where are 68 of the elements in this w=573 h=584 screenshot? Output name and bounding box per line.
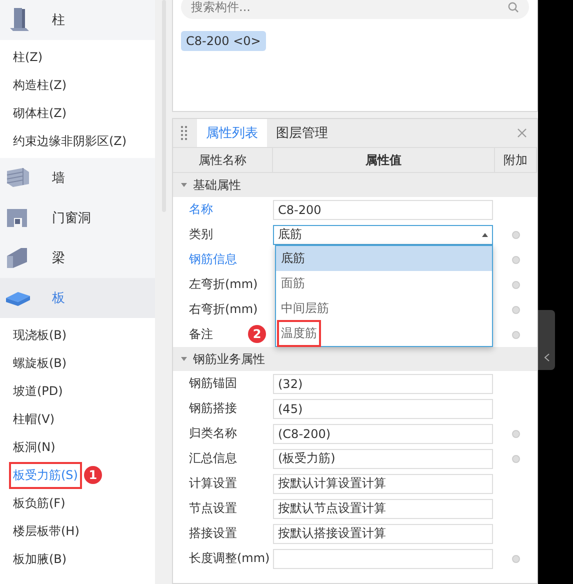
dropdown-option[interactable]: 面筋: [276, 271, 492, 296]
search-field[interactable]: 搜索构件...: [181, 0, 529, 19]
extra-radio[interactable]: [512, 256, 520, 264]
property-name: 归类名称: [189, 425, 237, 442]
collapse-handle[interactable]: [538, 310, 555, 370]
close-icon[interactable]: [517, 128, 527, 138]
property-name: 长度调整(mm): [189, 550, 270, 567]
extra-radio[interactable]: [512, 554, 520, 562]
value-field[interactable]: (32): [273, 374, 493, 394]
property-name: 类别: [189, 226, 213, 243]
sidebar-item[interactable]: 柱(Z): [11, 46, 45, 68]
sidebar-item[interactable]: 构造柱(Z): [11, 74, 69, 96]
value-field[interactable]: (C8-200): [273, 424, 493, 444]
property-name: 汇总信息: [189, 450, 237, 467]
component-tag[interactable]: C8-200 <0>: [181, 31, 266, 51]
property-name: 左弯折(mm): [189, 276, 258, 293]
category-dropdown[interactable]: 底筋: [273, 224, 493, 244]
category-header[interactable]: 门窗洞: [0, 198, 155, 238]
value-field[interactable]: 按默认搭接设置计算: [273, 524, 493, 544]
property-name: 计算设置: [189, 475, 237, 492]
property-name[interactable]: 钢筋信息: [189, 251, 237, 268]
sidebar-item[interactable]: 坡道(PD): [11, 380, 65, 402]
caret-icon[interactable]: [482, 232, 488, 236]
sidebar-item[interactable]: 约束边缘非阴影区(Z): [11, 130, 129, 152]
sidebar-item[interactable]: 板负筋(F): [11, 492, 68, 514]
sidebar-item[interactable]: 现浇板(B): [11, 324, 69, 346]
category-header[interactable]: 柱: [0, 0, 155, 40]
column-header: 属性值: [273, 148, 495, 172]
column-header: 附加: [495, 148, 537, 172]
sidebar-item[interactable]: 板加腋(B): [11, 548, 69, 570]
value-field[interactable]: (板受力筋): [273, 448, 493, 468]
step-badge: 2: [248, 324, 266, 342]
sidebar-item[interactable]: 砌体柱(Z): [11, 102, 69, 124]
property-name: 右弯折(mm): [189, 301, 258, 318]
sidebar-item[interactable]: 楼层板带(H): [11, 520, 82, 542]
sidebar-item[interactable]: 柱帽(V): [11, 408, 57, 430]
section-header[interactable]: 钢筋业务属性: [173, 347, 537, 371]
property-name: 钢筋搭接: [189, 400, 237, 417]
sidebar-item[interactable]: 螺旋板(B): [11, 352, 69, 374]
value-field[interactable]: (45): [273, 398, 493, 418]
category-header[interactable]: 墙: [0, 158, 155, 198]
panel-tab[interactable]: 图层管理: [267, 119, 337, 147]
step-badge: 1: [84, 466, 102, 484]
extra-radio[interactable]: [512, 430, 520, 438]
extra-radio[interactable]: [512, 230, 520, 238]
value-field[interactable]: 按默认节点设置计算: [273, 498, 493, 518]
extra-radio[interactable]: [512, 454, 520, 462]
value-field[interactable]: 按默认计算设置计算: [273, 474, 493, 494]
extra-radio[interactable]: [512, 306, 520, 314]
search-icon[interactable]: [508, 2, 519, 13]
property-name: 备注: [189, 326, 213, 343]
chevron-left-icon[interactable]: [544, 353, 550, 362]
panel-tab[interactable]: 属性列表: [197, 119, 267, 147]
property-name[interactable]: 名称: [189, 201, 213, 218]
sidebar-item[interactable]: 板洞(N): [11, 436, 58, 458]
value-field[interactable]: [273, 548, 493, 568]
column-header: 属性名称: [173, 148, 273, 172]
sidebar-item[interactable]: 板受力筋(S): [11, 464, 80, 486]
dropdown-option[interactable]: 中间层筋: [276, 296, 492, 321]
value-field[interactable]: C8-200: [273, 200, 493, 220]
extra-radio[interactable]: [512, 330, 520, 338]
section-header[interactable]: 基础属性: [173, 173, 537, 197]
property-name: 节点设置: [189, 500, 237, 517]
property-name: 钢筋锚固: [189, 375, 237, 392]
property-name: 搭接设置: [189, 525, 237, 542]
extra-radio[interactable]: [512, 280, 520, 288]
dropdown-option[interactable]: 底筋: [276, 246, 492, 271]
category-header[interactable]: 梁: [0, 238, 155, 278]
